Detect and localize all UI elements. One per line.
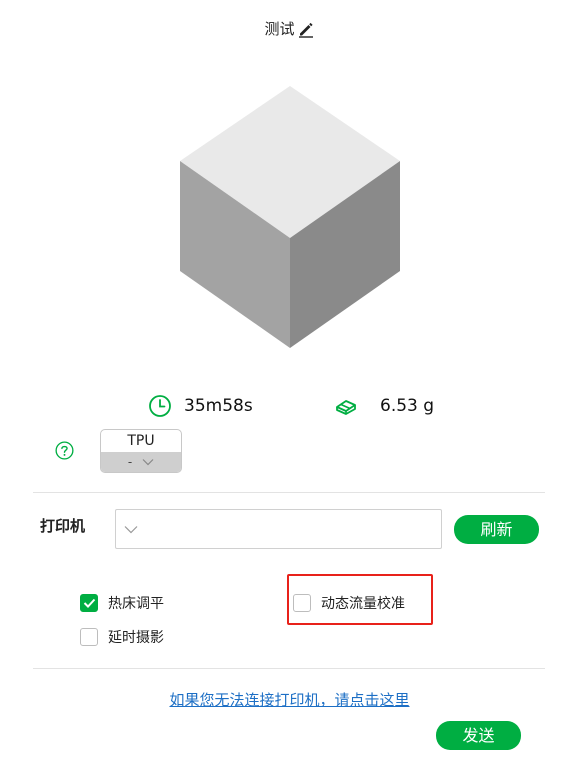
filament-color-value: - [127, 455, 133, 469]
printer-label: 打印机 [40, 517, 86, 535]
send-button[interactable]: 发送 [436, 721, 521, 750]
help-icon[interactable] [55, 441, 74, 460]
printer-dropdown[interactable] [115, 509, 442, 549]
plate-name: 测试 [264, 20, 295, 38]
filament-weight-value: 6.53 g [380, 396, 435, 416]
timelapse-label: 延时摄影 [108, 630, 164, 646]
chevron-down-icon [124, 526, 138, 534]
chevron-down-icon [142, 459, 154, 466]
bed-leveling-label: 热床调平 [108, 596, 164, 612]
model-preview [180, 86, 400, 348]
filament-name: TPU [127, 433, 155, 449]
highlight-annotation [287, 574, 433, 625]
filament-spool-icon [336, 400, 356, 415]
timelapse-checkbox[interactable] [80, 628, 98, 646]
bed-leveling-checkbox[interactable] [80, 594, 98, 612]
clock-icon [149, 395, 171, 417]
connection-help-link[interactable]: 如果您无法连接打印机，请点击这里 [0, 689, 579, 710]
check-icon [83, 598, 95, 608]
refresh-button[interactable]: 刷新 [454, 515, 539, 544]
print-time: 35m58s [148, 394, 253, 418]
timelapse-option[interactable]: 延时摄影 [80, 627, 164, 647]
print-time-value: 35m58s [184, 396, 253, 416]
divider-bottom [33, 668, 545, 669]
filament-color-dropdown[interactable]: - [101, 452, 181, 472]
plate-title: 测试 [0, 18, 579, 39]
pencil-icon[interactable] [297, 20, 315, 38]
filament-selector[interactable]: TPU - [100, 429, 182, 473]
send-print-dialog: 测试 35m58s 6.53 g TPU - 打印机 刷新 热床调平 延时摄影 … [0, 0, 579, 771]
filament-weight: 6.53 g [334, 394, 434, 418]
bed-leveling-option[interactable]: 热床调平 [80, 593, 164, 613]
divider-top [33, 492, 545, 493]
